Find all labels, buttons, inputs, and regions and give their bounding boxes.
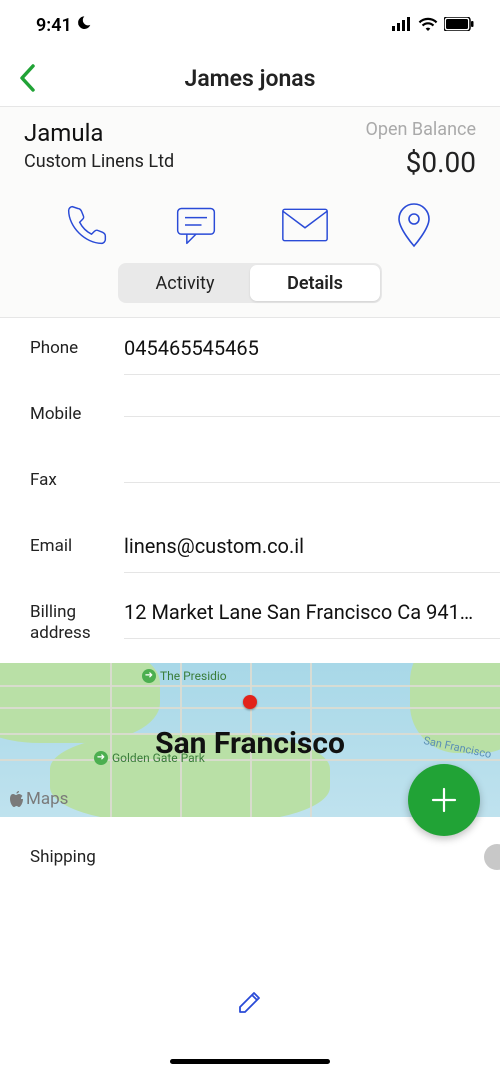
label-billing-address: Billing address (0, 600, 124, 645)
message-button[interactable] (172, 201, 220, 249)
home-indicator (170, 1059, 330, 1064)
back-button[interactable] (12, 63, 42, 93)
edit-button[interactable] (232, 984, 268, 1020)
segmented-control: Activity Details (118, 263, 382, 303)
row-email[interactable]: Email linens@custom.co.il (0, 516, 500, 582)
call-button[interactable] (63, 201, 111, 249)
map-pin-icon (243, 695, 257, 709)
envelope-icon (281, 207, 329, 243)
row-phone[interactable]: Phone 045465545465 (0, 318, 500, 384)
email-button[interactable] (281, 201, 329, 249)
chevron-left-icon (18, 64, 36, 92)
label-shipping-address: Shipping (0, 847, 124, 867)
page-title: James jonas (0, 65, 500, 92)
apple-icon (10, 791, 24, 807)
do-not-disturb-icon (76, 15, 92, 35)
details-section: Phone 045465545465 Mobile Fax Email line… (0, 318, 500, 663)
contact-display-name: Jamula (24, 119, 174, 147)
wifi-icon (418, 16, 438, 35)
row-fax[interactable]: Fax (0, 450, 500, 516)
row-mobile[interactable]: Mobile (0, 384, 500, 450)
value-billing-address: 12 Market Lane San Francisco Ca 941… (124, 600, 486, 624)
label-email: Email (0, 534, 124, 556)
tab-details[interactable]: Details (250, 265, 380, 301)
cellular-icon (392, 16, 412, 35)
label-fax: Fax (0, 468, 124, 490)
chat-icon (174, 204, 218, 246)
pencil-icon (236, 988, 264, 1016)
contact-header: Jamula Custom Linens Ltd Open Balance $0… (0, 106, 500, 318)
status-time: 9:41 (36, 15, 72, 36)
plus-icon (430, 786, 458, 814)
open-balance-value: $0.00 (365, 146, 476, 179)
map-land (0, 663, 160, 743)
tab-activity[interactable]: Activity (120, 265, 250, 301)
map-city-label: San Francisco (155, 726, 345, 761)
location-button[interactable] (390, 201, 438, 249)
status-bar: 9:41 (0, 0, 500, 50)
value-phone: 045465545465 (124, 336, 486, 360)
add-button[interactable] (408, 764, 480, 836)
label-mobile: Mobile (0, 402, 124, 424)
battery-icon (444, 16, 474, 35)
map-pin-icon (396, 202, 432, 248)
value-email: linens@custom.co.il (124, 534, 486, 558)
nav-header: James jonas (0, 50, 500, 106)
label-phone: Phone (0, 336, 124, 358)
contact-company: Custom Linens Ltd (24, 151, 174, 172)
phone-icon (65, 203, 109, 247)
open-balance-label: Open Balance (365, 119, 476, 140)
row-billing-address[interactable]: Billing address 12 Market Lane San Franc… (0, 582, 500, 663)
map-attribution: Maps (10, 789, 68, 809)
map-poi-presidio: ➜The Presidio (142, 669, 227, 683)
